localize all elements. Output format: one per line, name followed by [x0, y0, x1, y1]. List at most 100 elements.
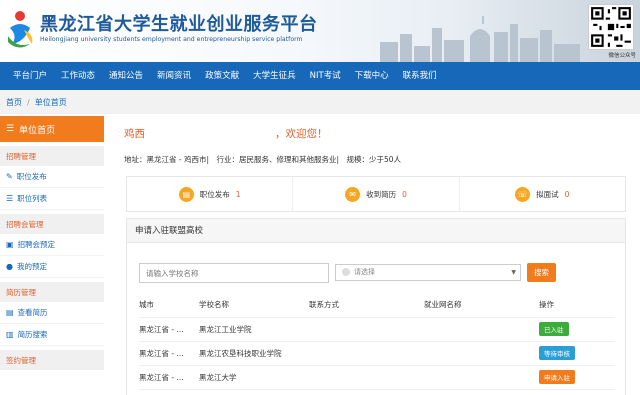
document-icon: ▤ [6, 308, 14, 317]
stat-label: 职位发布 [199, 189, 230, 199]
nav-item-policy[interactable]: 政策文献 [198, 62, 246, 90]
stat-value: 1 [235, 189, 241, 199]
nav-item-contact[interactable]: 联系我们 [396, 62, 444, 90]
search-icon: ▥ [6, 330, 14, 339]
stat-label: 收到简历 [366, 189, 397, 199]
sidebar-item-view-resume[interactable]: ▤ 查看简历 [0, 302, 104, 324]
sidebar-item-fair-booking[interactable]: ▣ 招聘会预定 [0, 234, 104, 256]
sidebar-group-recruitment: 招聘管理 [0, 146, 104, 166]
sidebar-item-label: 职位发布 [16, 172, 47, 181]
platform-logo [8, 11, 33, 48]
region-select[interactable]: 请选择 ▼ [335, 264, 521, 281]
sidebar-group-contract: 签约管理 [0, 350, 104, 370]
apply-join-button[interactable]: 申请入驻 [539, 370, 575, 384]
qr-code-label: 微信公众号 [608, 53, 636, 59]
welcome-message: 鸡西 ，欢迎您！ [124, 126, 328, 141]
breadcrumb-current[interactable]: 单位首页 [35, 97, 67, 108]
sidebar-item-label: 我的预定 [16, 262, 47, 271]
interview-icon: ☏ [515, 186, 531, 202]
school-table: 城市 学校名称 联系方式 就业网名称 操作 黑龙江省 - ... 黑龙江工业学院… [139, 293, 615, 390]
user-icon: ● [6, 262, 13, 271]
stat-resumes-received[interactable]: ✉ 收到简历 0 [293, 177, 460, 211]
cell-site [424, 317, 539, 342]
cell-city: 黑龙江省 - ... [139, 341, 199, 366]
nav-item-news[interactable]: 新闻资讯 [150, 62, 198, 90]
sidebar-item-label: 查看简历 [17, 308, 48, 317]
col-header-contact: 联系方式 [309, 293, 424, 318]
sidebar-item-job-list[interactable]: ☰ 职位列表 [0, 188, 104, 210]
cell-action: 已入驻 [539, 317, 615, 342]
sidebar-group-job-fair: 招聘会管理 [0, 214, 104, 234]
table-row: 黑龙江省 - ... 黑龙江工业学院 已入驻 [139, 317, 615, 342]
breadcrumb: 首页 / 单位首页 [0, 90, 640, 114]
cell-contact [309, 365, 424, 390]
stat-value: 0 [402, 189, 407, 199]
table-row: 黑龙江省 - ... 黑龙江农垦科技职业学院 等待审核 [139, 341, 615, 366]
qr-code-icon [588, 4, 634, 50]
panel-title: 申请入驻联盟高校 [127, 219, 625, 243]
school-search-input[interactable] [139, 263, 329, 283]
site-header: 黑龙江省大学生就业创业服务平台 Heilongjiang university … [0, 0, 640, 62]
nav-item-work-news[interactable]: 工作动态 [54, 62, 102, 90]
nav-item-nit-exam[interactable]: NIT考试 [303, 62, 348, 90]
stat-interviews[interactable]: ☏ 拟面试 0 [460, 177, 625, 211]
company-name: 鸡西 [124, 128, 145, 140]
nav-item-downloads[interactable]: 下载中心 [348, 62, 396, 90]
city-skyline-image [380, 16, 580, 62]
edit-icon: ✎ [6, 172, 13, 181]
stat-job-posts[interactable]: ▤ 职位发布 1 [127, 177, 294, 211]
company-address: 地址：黑龙江省 - 鸡西市 [124, 155, 207, 164]
status-badge-pending[interactable]: 等待审核 [539, 346, 575, 360]
company-industry: 行业：居民服务、修理和其他服务业 [216, 155, 337, 164]
sidebar-item-label: 简历搜索 [17, 330, 48, 339]
breadcrumb-home[interactable]: 首页 [6, 97, 22, 108]
main-content: 鸡西 ，欢迎您！ 地址：黑龙江省 - 鸡西市| 行业：居民服务、修理和其他服务业| 规… [116, 116, 634, 395]
cell-school: 黑龙江工业学院 [199, 317, 309, 342]
nav-item-notices[interactable]: 通知公告 [102, 62, 150, 90]
sidebar-item-post-job[interactable]: ✎ 职位发布 [0, 166, 104, 188]
col-header-site: 就业网名称 [424, 293, 539, 318]
table-row: 黑龙江省 - ... 黑龙江大学 申请入驻 [139, 365, 615, 390]
search-row: 请选择 ▼ 搜索 [139, 263, 609, 283]
cell-contact [309, 317, 424, 342]
stat-label: 拟面试 [536, 189, 559, 199]
cell-school: 黑龙江大学 [199, 365, 309, 390]
select-placeholder: 请选择 [354, 268, 375, 276]
sidebar-group-resume: 简历管理 [0, 282, 104, 302]
resume-icon: ✉ [345, 186, 361, 202]
search-button[interactable]: 搜索 [527, 263, 556, 282]
welcome-suffix: ，欢迎您！ [275, 128, 328, 140]
cell-school: 黑龙江农垦科技职业学院 [199, 341, 309, 366]
company-info: 地址：黑龙江省 - 鸡西市| 行业：居民服务、修理和其他服务业| 规模：少于50人 [124, 155, 402, 164]
nav-item-portal[interactable]: 平台门户 [6, 62, 54, 90]
sidebar: ☰ 单位首页 招聘管理 ✎ 职位发布 ☰ 职位列表 招聘会管理 ▣ 招聘会预定 … [0, 116, 104, 395]
home-icon: ☰ [6, 124, 15, 134]
alliance-panel: 申请入驻联盟高校 请选择 ▼ 搜索 城市 学校名称 联系方式 就业网名称 操作 [126, 218, 626, 395]
col-header-action: 操作 [539, 293, 615, 318]
sidebar-item-label: 招聘会预定 [17, 240, 56, 249]
list-icon: ☰ [6, 194, 14, 203]
stat-value: 0 [564, 189, 570, 199]
col-header-city: 城市 [139, 293, 199, 318]
cell-site [424, 341, 539, 366]
sidebar-item-label: 职位列表 [17, 194, 48, 203]
cell-city: 黑龙江省 - ... [139, 317, 199, 342]
chevron-down-icon: ▼ [511, 269, 516, 276]
nav-item-recruitment[interactable]: 大学生征兵 [246, 62, 303, 90]
site-subtitle: Heilongjiang university students employm… [40, 36, 303, 43]
cell-action: 申请入驻 [539, 365, 615, 390]
cell-city: 黑龙江省 - ... [139, 365, 199, 390]
status-badge-joined[interactable]: 已入驻 [539, 322, 569, 336]
cell-contact [309, 341, 424, 366]
briefcase-icon: ▤ [178, 186, 194, 202]
sidebar-item-resume-search[interactable]: ▥ 简历搜索 [0, 324, 104, 346]
select-icon [342, 268, 350, 276]
calendar-icon: ▣ [6, 240, 14, 249]
breadcrumb-separator: / [27, 97, 30, 107]
cell-action: 等待审核 [539, 341, 615, 366]
sidebar-head-label: 单位首页 [19, 125, 56, 136]
table-header-row: 城市 学校名称 联系方式 就业网名称 操作 [139, 293, 615, 318]
company-scale: 规模：少于50人 [346, 155, 402, 164]
sidebar-item-my-bookings[interactable]: ● 我的预定 [0, 256, 104, 278]
sidebar-head[interactable]: ☰ 单位首页 [0, 116, 104, 142]
